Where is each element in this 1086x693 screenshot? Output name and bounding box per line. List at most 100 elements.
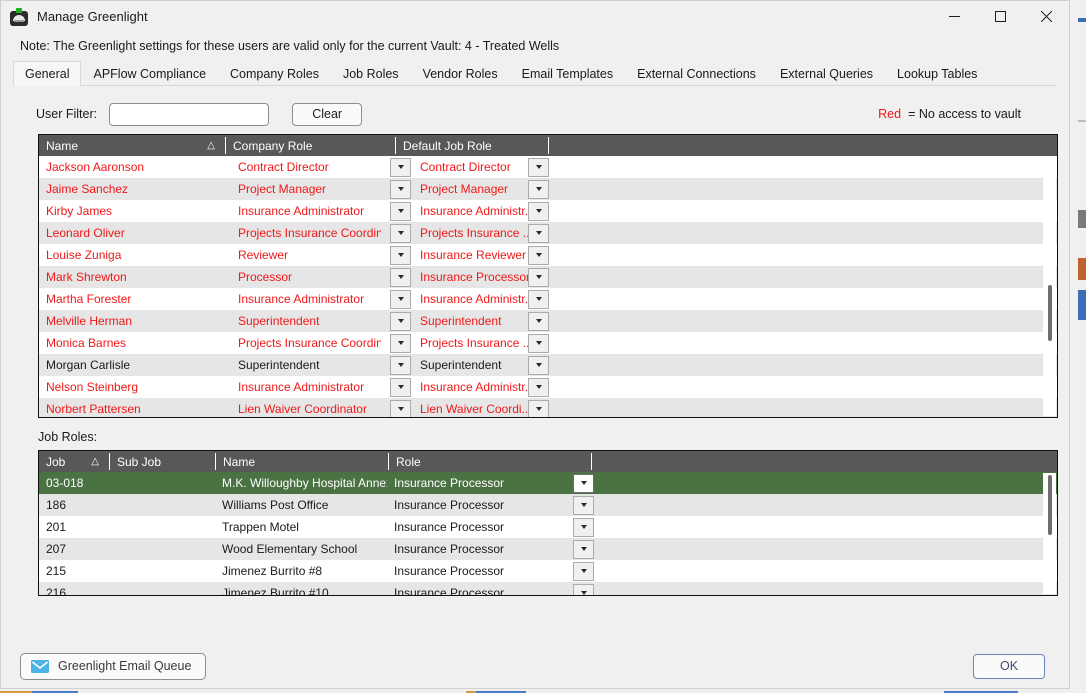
job-roles-table-row[interactable]: 216 Jimenez Burrito #10 Insurance Processo… bbox=[39, 582, 1057, 596]
dropdown-arrow-icon[interactable] bbox=[390, 201, 411, 221]
maximize-icon[interactable] bbox=[977, 1, 1023, 32]
tab-external-queries[interactable]: External Queries bbox=[768, 61, 885, 86]
vault-note-text: Note: The Greenlight settings for these … bbox=[20, 39, 560, 53]
dropdown-arrow-icon[interactable] bbox=[573, 473, 594, 493]
users-table-row[interactable]: Leonard Oliver Projects Insurance Coordin… bbox=[39, 222, 1057, 244]
dropdown-arrow-icon[interactable] bbox=[390, 223, 411, 243]
jobs-col-name[interactable]: Name bbox=[216, 451, 388, 472]
dropdown-arrow-icon[interactable] bbox=[573, 539, 594, 559]
jobs-col-sub-job[interactable]: Sub Job bbox=[110, 451, 215, 472]
users-table-row[interactable]: Jaime Sanchez Project Manager Project Mana… bbox=[39, 178, 1057, 200]
job-roles-table-row[interactable]: 03-018 M.K. Willoughby Hospital Annex Insu… bbox=[39, 472, 1057, 494]
dropdown-arrow-icon[interactable] bbox=[390, 399, 411, 417]
dropdown-arrow-icon[interactable] bbox=[528, 355, 549, 375]
users-grid-body: Jackson Aaronson Contract Director Contrac… bbox=[39, 156, 1057, 417]
users-table-row[interactable]: Nelson Steinberg Insurance Administrator I… bbox=[39, 376, 1057, 398]
dropdown-arrow-icon[interactable] bbox=[528, 245, 549, 265]
minimize-icon[interactable] bbox=[931, 1, 977, 32]
job-roles-table-row[interactable]: 186 Williams Post Office Insurance Process… bbox=[39, 494, 1057, 516]
tab-job-roles[interactable]: Job Roles bbox=[331, 61, 411, 86]
clear-filter-button[interactable]: Clear bbox=[292, 102, 363, 126]
users-table-row[interactable]: Morgan Carlisle Superintendent Superintend… bbox=[39, 354, 1057, 376]
dropdown-arrow-icon[interactable] bbox=[390, 157, 411, 177]
users-table-row[interactable]: Melville Herman Superintendent Superintend… bbox=[39, 310, 1057, 332]
row-filler bbox=[594, 560, 1057, 582]
users-table-row[interactable]: Louise Zuniga Reviewer Insurance Reviewer bbox=[39, 244, 1057, 266]
job-roles-grid[interactable]: Job △ Sub Job Name Role 03-018 M.K. Will… bbox=[38, 450, 1058, 596]
users-col-company-role[interactable]: Company Role bbox=[226, 135, 395, 156]
dropdown-arrow-icon[interactable] bbox=[390, 355, 411, 375]
row-filler bbox=[594, 516, 1057, 538]
dropdown-arrow-icon[interactable] bbox=[390, 245, 411, 265]
row-filler bbox=[549, 288, 1057, 310]
users-table-row[interactable]: Monica Barnes Projects Insurance Coordina… bbox=[39, 332, 1057, 354]
job-name-cell: Jimenez Burrito #8 bbox=[222, 564, 323, 578]
dropdown-arrow-icon[interactable] bbox=[528, 289, 549, 309]
sub-job-cell bbox=[109, 538, 215, 560]
job-role-cell: Insurance Processor bbox=[394, 586, 505, 596]
users-grid[interactable]: Name △ Company Role Default Job Role Jac… bbox=[38, 134, 1058, 418]
row-filler bbox=[549, 178, 1057, 200]
dropdown-arrow-icon[interactable] bbox=[528, 157, 549, 177]
dropdown-arrow-icon[interactable] bbox=[573, 495, 594, 515]
job-roles-table-row[interactable]: 215 Jimenez Burrito #8 Insurance Processor bbox=[39, 560, 1057, 582]
dropdown-arrow-icon[interactable] bbox=[528, 333, 549, 353]
dropdown-arrow-icon[interactable] bbox=[528, 179, 549, 199]
dropdown-arrow-icon[interactable] bbox=[528, 311, 549, 331]
dropdown-arrow-icon[interactable] bbox=[528, 377, 549, 397]
users-col-name[interactable]: Name △ bbox=[39, 135, 225, 156]
tab-apflow-compliance[interactable]: APFlow Compliance bbox=[81, 61, 218, 86]
dropdown-arrow-icon[interactable] bbox=[390, 377, 411, 397]
dropdown-arrow-icon[interactable] bbox=[528, 267, 549, 287]
jobs-grid-scrollbar[interactable] bbox=[1043, 473, 1056, 594]
dropdown-arrow-icon[interactable] bbox=[390, 311, 411, 331]
job-roles-table-row[interactable]: 201 Trappen Motel Insurance Processor bbox=[39, 516, 1057, 538]
dropdown-arrow-icon[interactable] bbox=[390, 267, 411, 287]
users-table-row[interactable]: Martha Forester Insurance Administrator In… bbox=[39, 288, 1057, 310]
company-role-cell: Superintendent bbox=[238, 314, 320, 328]
row-filler bbox=[549, 222, 1057, 244]
jobs-col-role[interactable]: Role bbox=[389, 451, 591, 472]
users-table-row[interactable]: Norbert Pattersen Lien Waiver Coordinator… bbox=[39, 398, 1057, 417]
job-number-cell: 207 bbox=[46, 542, 67, 556]
dropdown-arrow-icon[interactable] bbox=[573, 561, 594, 581]
close-icon[interactable] bbox=[1023, 1, 1069, 32]
users-table-row[interactable]: Jackson Aaronson Contract Director Contrac… bbox=[39, 156, 1057, 178]
users-table-row[interactable]: Kirby James Insurance Administrator Insura… bbox=[39, 200, 1057, 222]
dropdown-arrow-icon[interactable] bbox=[528, 223, 549, 243]
tab-external-connections[interactable]: External Connections bbox=[625, 61, 768, 86]
user-filter-input[interactable] bbox=[109, 102, 270, 126]
tab-vendor-roles[interactable]: Vendor Roles bbox=[411, 61, 510, 86]
dropdown-arrow-icon[interactable] bbox=[573, 517, 594, 537]
tab-lookup-tables[interactable]: Lookup Tables bbox=[885, 61, 989, 86]
users-scroll-thumb[interactable] bbox=[1048, 285, 1052, 341]
dropdown-arrow-icon[interactable] bbox=[528, 399, 549, 417]
jobs-col-job[interactable]: Job △ bbox=[39, 451, 109, 472]
tab-email-templates[interactable]: Email Templates bbox=[510, 61, 625, 86]
user-name-cell: Monica Barnes bbox=[46, 336, 127, 350]
tab-general[interactable]: General bbox=[13, 61, 82, 86]
users-table-row[interactable]: Mark Shrewton Processor Insurance Processo… bbox=[39, 266, 1057, 288]
tab-company-roles[interactable]: Company Roles bbox=[218, 61, 331, 86]
users-col-default-job-role[interactable]: Default Job Role bbox=[396, 135, 548, 156]
dropdown-arrow-icon[interactable] bbox=[390, 333, 411, 353]
ok-button[interactable]: OK bbox=[973, 653, 1045, 679]
users-grid-scrollbar[interactable] bbox=[1043, 157, 1056, 416]
users-col-blank[interactable] bbox=[549, 135, 1057, 156]
job-roles-table-row[interactable]: 207 Wood Elementary School Insurance Proce… bbox=[39, 538, 1057, 560]
jobs-col-blank[interactable] bbox=[592, 451, 1057, 472]
dropdown-arrow-icon[interactable] bbox=[573, 583, 594, 595]
dropdown-arrow-icon[interactable] bbox=[390, 179, 411, 199]
user-name-cell: Jaime Sanchez bbox=[46, 182, 129, 196]
dropdown-arrow-icon[interactable] bbox=[528, 201, 549, 221]
greenlight-email-queue-button[interactable]: Greenlight Email Queue bbox=[20, 652, 207, 680]
job-role-cell: Insurance Processor bbox=[394, 476, 505, 490]
jobs-scroll-thumb[interactable] bbox=[1048, 475, 1052, 535]
default-job-role-cell: Superintendent bbox=[420, 314, 502, 328]
dropdown-arrow-icon[interactable] bbox=[390, 289, 411, 309]
filter-row: User Filter: Clear Red = No access to va… bbox=[13, 86, 1057, 134]
